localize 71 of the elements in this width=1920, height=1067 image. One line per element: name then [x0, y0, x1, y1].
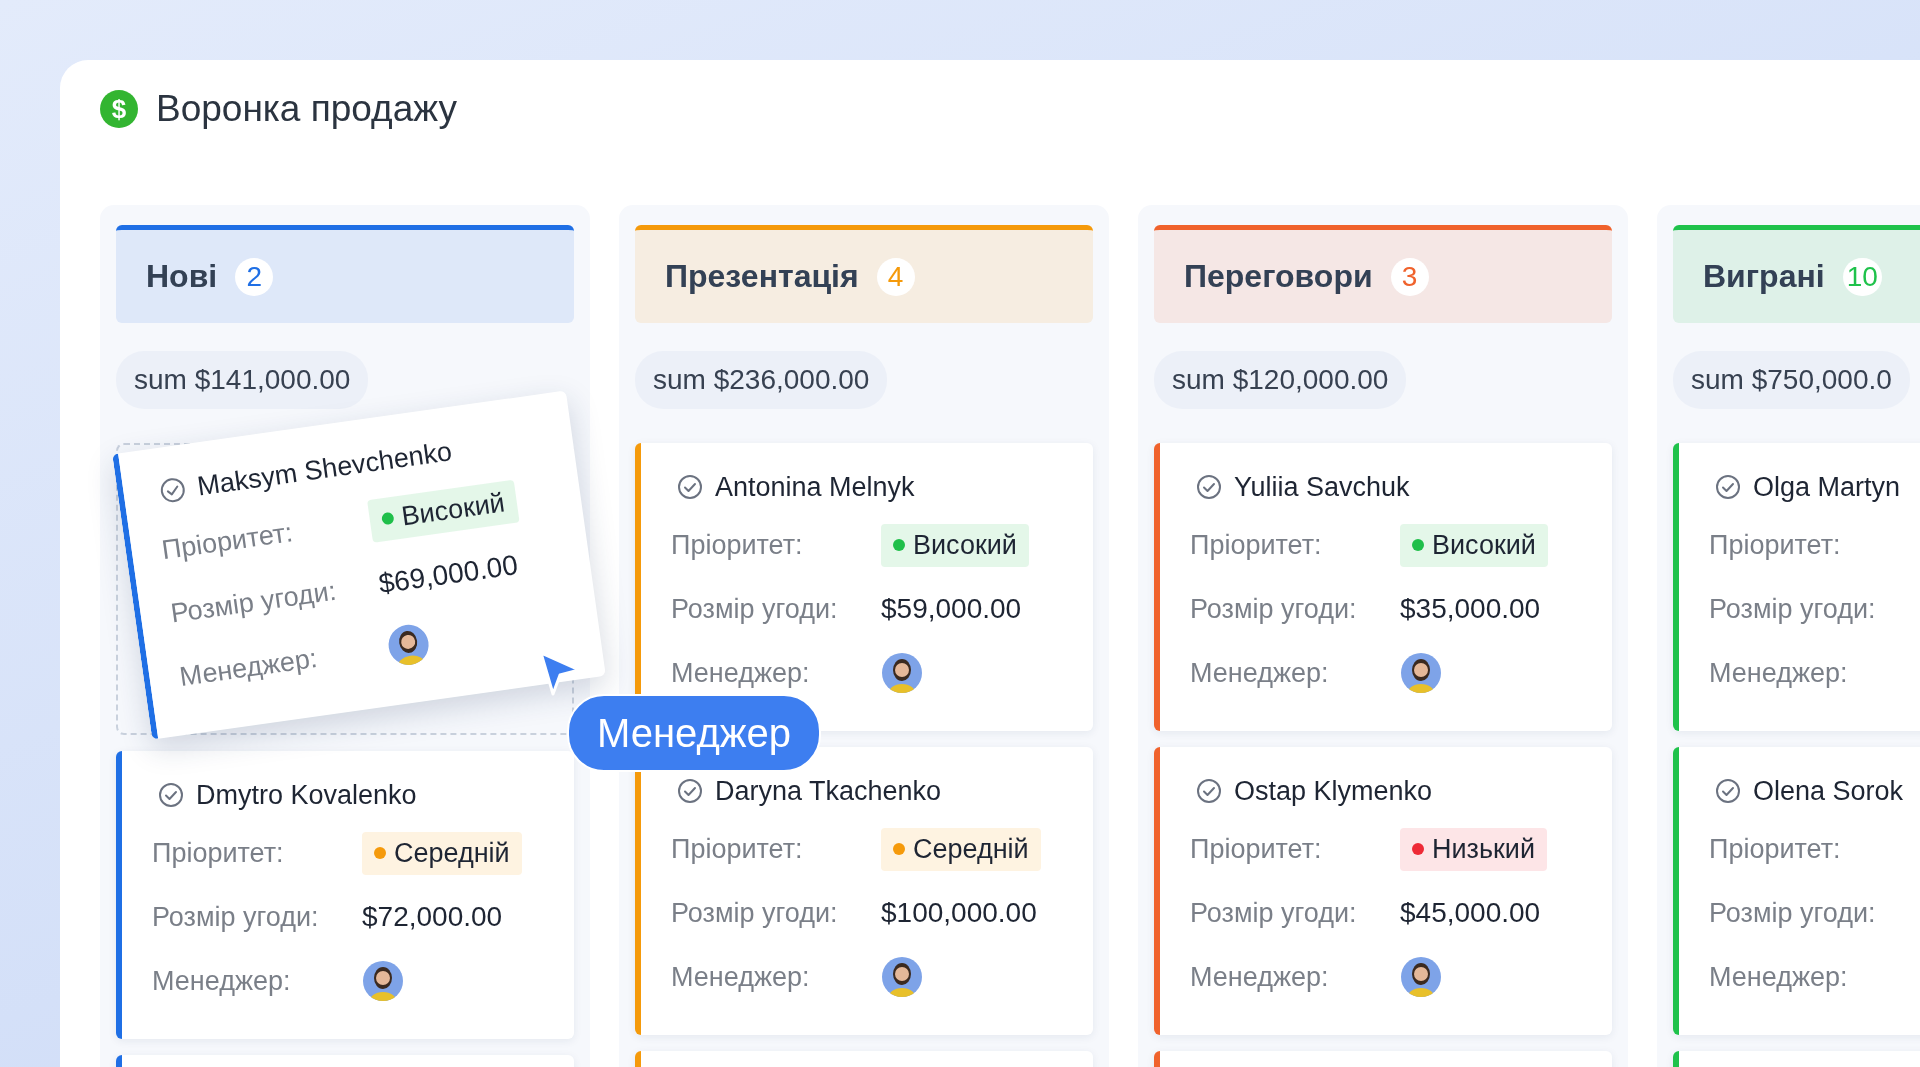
column-title: Виграні	[1703, 258, 1825, 295]
field-label: Менеджер:	[177, 641, 320, 693]
deal-amount: $100,000.00	[881, 897, 1037, 929]
deal-card[interactable]: Yuliia Savchuk Пріоритет: Високий Розмір угоди: $35,000.00 Менеджер:	[1154, 443, 1612, 731]
field-label: Розмір угоди:	[671, 593, 839, 625]
count-badge: 10	[1842, 257, 1882, 296]
check-circle-icon[interactable]	[1715, 778, 1741, 804]
deal-name: Antonina Melnyk	[715, 471, 915, 503]
check-circle-icon[interactable]	[1715, 474, 1741, 500]
column-sum: sum $141,000.00	[116, 351, 369, 409]
deal-name: Dmytro Kovalenko	[196, 779, 417, 811]
check-circle-icon[interactable]	[677, 778, 703, 804]
field-label: Розмір угоди:	[1190, 897, 1358, 929]
field-label: Пріоритет:	[159, 515, 296, 566]
deal-card[interactable]: Olena Sorok Пріоритет: Розмір угоди: Менеджер:	[1673, 747, 1920, 1035]
count-badge: 2	[235, 257, 274, 296]
field-label: Пріоритет:	[671, 833, 804, 865]
priority-tag: Високий	[1400, 523, 1548, 567]
priority-tag: Середній	[881, 827, 1041, 871]
field-label: Менеджер:	[671, 961, 811, 993]
field-label: Менеджер:	[152, 965, 292, 997]
field-label: Розмір угоди:	[168, 574, 339, 629]
field-label: Менеджер:	[1709, 657, 1849, 689]
deal-amount: $35,000.00	[1400, 593, 1541, 625]
field-label: Пріоритет:	[152, 837, 285, 869]
field-label: Менеджер:	[1190, 657, 1330, 689]
deal-card[interactable]: Dmytro Kovalenko Пріоритет: Середній Розмір угоди: $72,000.00 Менеджер:	[116, 751, 574, 1039]
field-label: Пріоритет:	[671, 529, 804, 561]
column-title: Переговори	[1184, 258, 1373, 295]
check-circle-icon[interactable]	[677, 474, 703, 500]
column-title: Презентація	[665, 258, 859, 295]
priority-tag: Низький	[1400, 827, 1547, 871]
column-sum: sum $750,000.0	[1673, 351, 1910, 409]
deal-card[interactable]: Olga Martyn Пріоритет: Розмір угоди: Менеджер:	[1673, 443, 1920, 731]
check-circle-icon[interactable]	[1196, 474, 1222, 500]
deal-name: Olga Martyn	[1753, 471, 1901, 503]
deal-amount: $59,000.00	[881, 593, 1022, 625]
deal-name: Yuliia Savchuk	[1234, 471, 1410, 503]
deal-name: Olena Sorok	[1753, 775, 1904, 807]
field-label: Менеджер:	[1190, 961, 1330, 993]
deal-name: Daryna Tkachenko	[715, 775, 942, 807]
check-circle-icon[interactable]	[158, 782, 184, 808]
field-label: Розмір угоди:	[1190, 593, 1358, 625]
column-sum: sum $120,000.00	[1154, 351, 1407, 409]
drag-tooltip: Менеджер	[567, 694, 822, 772]
page-title: Воронка продажу	[156, 88, 457, 130]
field-label: Пріоритет:	[1709, 529, 1842, 561]
field-label: Менеджер:	[671, 657, 811, 689]
check-circle-icon[interactable]	[158, 475, 188, 505]
field-label: Розмір угоди:	[1709, 897, 1877, 929]
field-label: Пріоритет:	[1709, 833, 1842, 865]
priority-tag: Високий	[881, 523, 1029, 567]
field-label: Розмір угоди:	[1709, 593, 1877, 625]
count-badge: 4	[876, 257, 915, 296]
deal-amount: $69,000.00	[376, 549, 520, 601]
column-title: Нові	[146, 258, 218, 295]
deal-amount: $72,000.00	[362, 901, 503, 933]
deal-name: Ostap Klymenko	[1234, 775, 1433, 807]
field-label: Пріоритет:	[1190, 529, 1323, 561]
deal-card[interactable]: Ostap Klymenko Пріоритет: Низький Розмір угоди: $45,000.00 Менеджер:	[1154, 747, 1612, 1035]
check-circle-icon[interactable]	[1196, 778, 1222, 804]
field-label: Менеджер:	[1709, 961, 1849, 993]
field-label: Розмір угоди:	[671, 897, 839, 929]
priority-tag: Високий	[367, 479, 520, 543]
priority-tag: Середній	[362, 831, 522, 875]
column-sum: sum $236,000.00	[635, 351, 888, 409]
deal-amount: $45,000.00	[1400, 897, 1541, 929]
count-badge: 3	[1390, 257, 1429, 296]
dollar-icon: $	[100, 90, 138, 128]
field-label: Розмір угоди:	[152, 901, 320, 933]
field-label: Пріоритет:	[1190, 833, 1323, 865]
